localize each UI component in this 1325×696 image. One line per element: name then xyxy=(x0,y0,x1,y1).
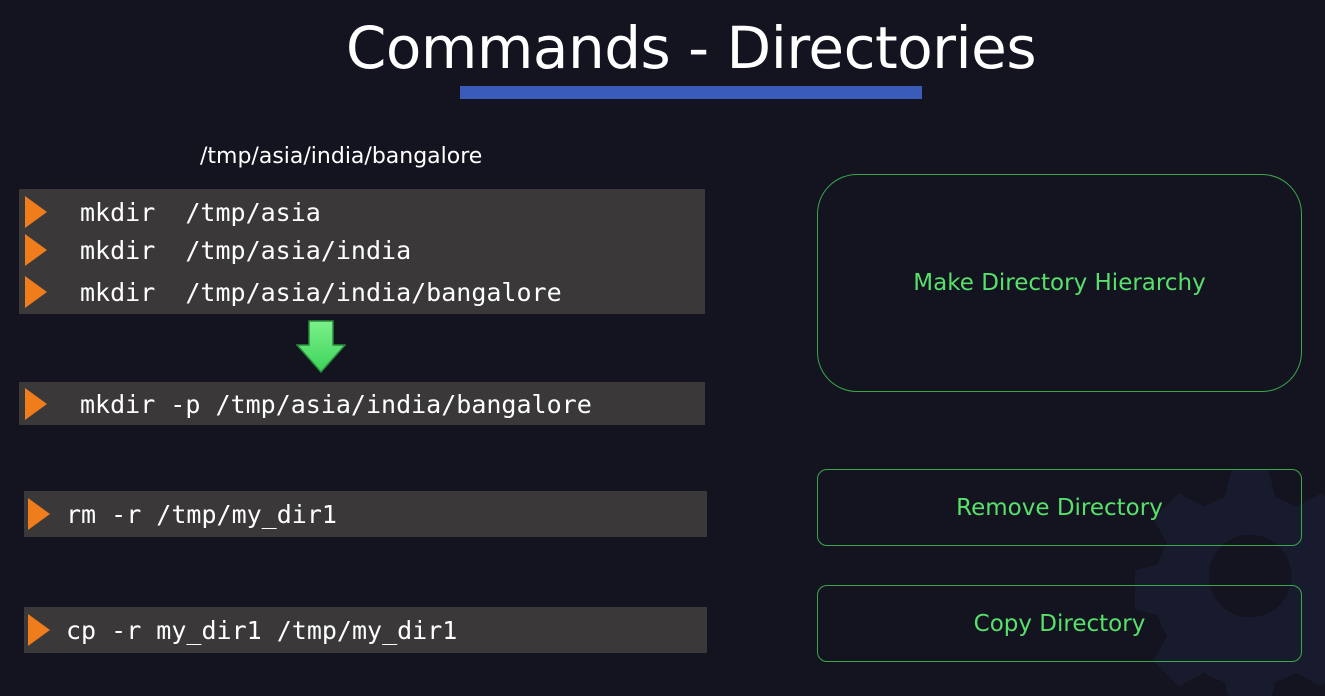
rm-r-box: rm -r /tmp/my_dir1 xyxy=(24,491,707,537)
orange-arrow-icon xyxy=(25,234,47,266)
command-line: mkdir /tmp/asia/india xyxy=(25,230,411,270)
copy-directory-label: Copy Directory xyxy=(973,610,1146,637)
remove-directory-label-box: Remove Directory xyxy=(817,469,1302,546)
green-down-arrow-icon xyxy=(296,320,346,374)
orange-arrow-icon xyxy=(25,196,47,228)
command-line: mkdir /tmp/asia/india/bangalore xyxy=(25,272,562,312)
mkdir-p-box: mkdir -p /tmp/asia/india/bangalore xyxy=(19,382,705,425)
make-hierarchy-label: Make Directory Hierarchy xyxy=(913,270,1206,296)
slide-title: Commands - Directories xyxy=(345,14,1037,82)
remove-directory-label: Remove Directory xyxy=(956,494,1163,521)
make-hierarchy-label-box: Make Directory Hierarchy xyxy=(817,174,1302,392)
command-text: mkdir /tmp/asia xyxy=(80,197,321,227)
command-line: cp -r my_dir1 /tmp/my_dir1 xyxy=(28,610,457,650)
orange-arrow-icon xyxy=(25,276,47,308)
title-underline xyxy=(460,86,922,99)
command-line: mkdir /tmp/asia xyxy=(25,192,321,232)
command-line: mkdir -p /tmp/asia/india/bangalore xyxy=(25,384,592,424)
orange-arrow-icon xyxy=(25,388,47,420)
orange-arrow-icon xyxy=(28,498,50,530)
orange-arrow-icon xyxy=(28,614,50,646)
command-text: rm -r /tmp/my_dir1 xyxy=(66,499,337,529)
command-text: mkdir /tmp/asia/india xyxy=(80,235,412,265)
command-text: cp -r my_dir1 /tmp/my_dir1 xyxy=(66,615,458,645)
command-text: mkdir -p /tmp/asia/india/bangalore xyxy=(80,389,592,419)
copy-directory-label-box: Copy Directory xyxy=(817,585,1302,662)
command-line: rm -r /tmp/my_dir1 xyxy=(28,494,337,534)
mkdir-steps-box: mkdir /tmp/asia mkdir /tmp/asia/india mk… xyxy=(19,189,705,314)
cp-r-box: cp -r my_dir1 /tmp/my_dir1 xyxy=(24,607,707,653)
path-caption: /tmp/asia/india/bangalore xyxy=(200,144,483,169)
command-text: mkdir /tmp/asia/india/bangalore xyxy=(80,277,562,307)
